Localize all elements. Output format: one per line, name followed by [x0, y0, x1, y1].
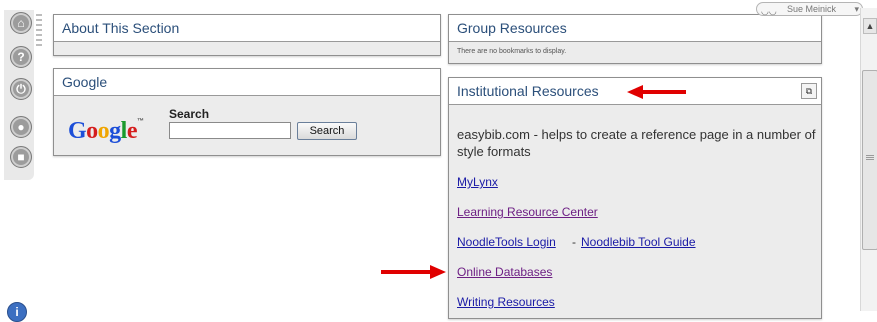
comment-icon[interactable]: ■: [10, 146, 32, 168]
logo-letter: e: [126, 118, 138, 144]
link-separator: -: [572, 235, 576, 249]
scroll-thumb[interactable]: [862, 70, 877, 250]
chat-icon[interactable]: ●: [10, 116, 32, 138]
logo-letter: o: [97, 118, 110, 144]
arrow-head: [627, 85, 643, 99]
group-resources-empty: There are no bookmarks to display.: [449, 42, 821, 63]
vertical-scrollbar[interactable]: ▲: [860, 8, 877, 311]
user-avatar-icon: ◡◡: [761, 6, 777, 16]
search-label: Search: [169, 107, 210, 121]
noodletools-login-link[interactable]: NoodleTools Login: [457, 235, 556, 249]
scroll-grip: [866, 155, 874, 161]
user-name: Sue Meinick: [787, 4, 837, 14]
easybib-description: easybib.com - helps to create a referenc…: [457, 127, 816, 159]
writing-resources-link[interactable]: Writing Resources: [457, 295, 555, 309]
left-toolbar: ⌂ ? ⏻ ● ■: [4, 10, 34, 180]
google-logo: Google™: [68, 118, 144, 145]
restore-icon[interactable]: ⧉: [801, 83, 817, 99]
power-icon[interactable]: ⏻: [10, 78, 32, 100]
google-panel-title: Google: [54, 69, 440, 96]
rail-drag-handle[interactable]: [36, 14, 42, 48]
group-resources-title: Group Resources: [449, 15, 821, 42]
learning-resource-center-link[interactable]: Learning Resource Center: [457, 205, 598, 219]
about-section-title: About This Section: [54, 15, 440, 42]
info-icon[interactable]: i: [7, 302, 27, 322]
google-search-input[interactable]: [169, 122, 291, 139]
user-menu[interactable]: ◡◡ Sue Meinick ▾: [756, 2, 863, 16]
noodlebib-guide-link[interactable]: Noodlebib Tool Guide: [581, 235, 696, 249]
mylynx-link[interactable]: MyLynx: [457, 175, 498, 189]
about-section-body: [54, 42, 440, 55]
scroll-up-arrow-icon[interactable]: ▲: [863, 18, 877, 34]
home-icon[interactable]: ⌂: [10, 12, 32, 34]
arrow-shaft: [381, 270, 431, 274]
trademark-mark: ™: [137, 118, 144, 125]
group-resources-panel: Group Resources There are no bookmarks t…: [448, 14, 822, 64]
logo-letter: g: [109, 118, 121, 144]
arrow-shaft: [642, 90, 686, 94]
about-section-panel: About This Section: [53, 14, 441, 56]
online-databases-link[interactable]: Online Databases: [457, 265, 552, 279]
logo-letter: o: [86, 118, 98, 144]
institutional-resources-panel: Institutional Resources: [448, 77, 822, 319]
logo-letter: G: [68, 118, 87, 144]
chevron-down-icon: ▾: [854, 4, 859, 14]
help-icon[interactable]: ?: [10, 46, 32, 68]
arrow-head: [430, 265, 446, 279]
google-search-button[interactable]: Search: [297, 122, 357, 140]
